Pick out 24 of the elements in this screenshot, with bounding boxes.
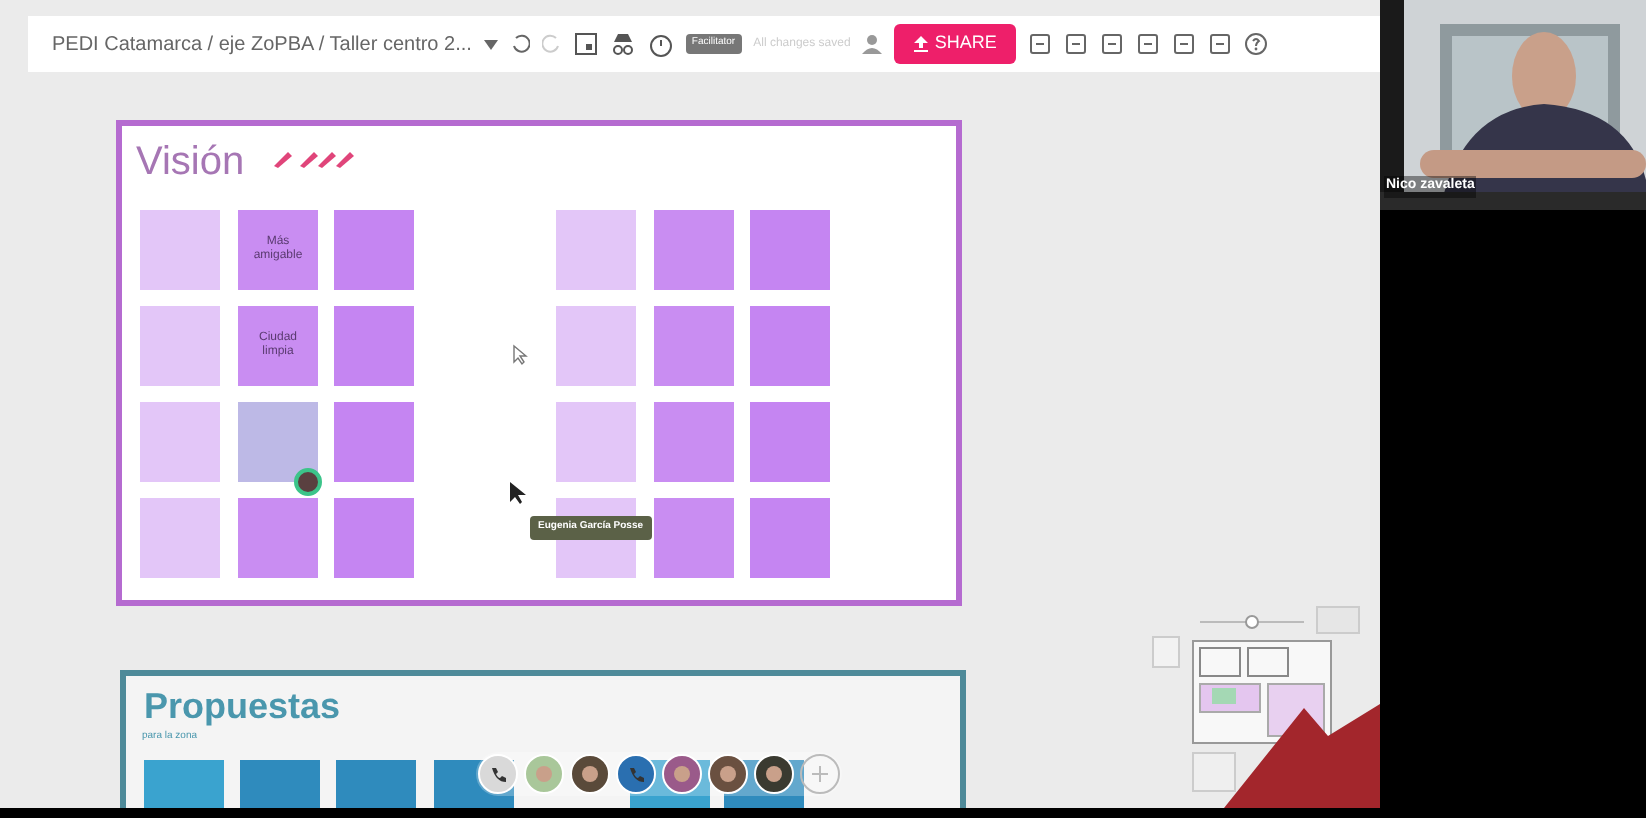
sticky-note-icon[interactable] (573, 32, 598, 56)
redo-icon[interactable] (541, 34, 562, 54)
timer-icon[interactable] (647, 31, 674, 57)
upload-icon (914, 36, 929, 52)
pencil-icons (272, 148, 360, 168)
user-icon[interactable] (862, 34, 883, 54)
help-icon[interactable] (1244, 32, 1269, 56)
caret-icon[interactable] (483, 39, 498, 49)
minimap-drawing (1192, 640, 1332, 744)
slider-thumb[interactable] (1245, 615, 1259, 629)
zoom-slider[interactable] (1196, 612, 1308, 632)
zoom-level-box[interactable] (1316, 606, 1360, 634)
minimap-toggle[interactable] (1152, 636, 1180, 668)
cursor-icon (512, 344, 528, 366)
plus-icon (810, 764, 830, 784)
cursor-icon (508, 480, 528, 506)
frame-title: Visión (136, 138, 245, 188)
incognito-icon[interactable] (609, 32, 636, 56)
sticky-note[interactable] (238, 402, 318, 482)
undo-icon[interactable] (509, 34, 530, 54)
frame-title: Propuestas (144, 688, 341, 724)
share-button[interactable]: SHARE (894, 24, 1017, 64)
breadcrumb[interactable]: PEDI Catamarca / eje ZoPBA / Taller centro 2... (52, 29, 472, 59)
zoom-settings-button[interactable] (1192, 752, 1236, 792)
